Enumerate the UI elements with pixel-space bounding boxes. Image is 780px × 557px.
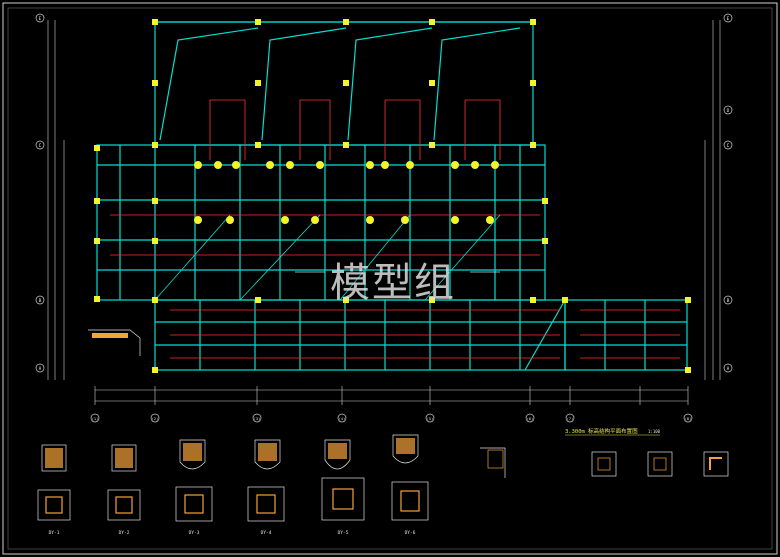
grid-label: B <box>727 298 730 304</box>
bottom-dimension-lines <box>94 386 689 405</box>
grid-bubbles <box>35 13 733 423</box>
grid-label: (7) <box>567 417 574 421</box>
grid-labels-right: E D C B A <box>727 16 730 372</box>
grid-label: (1) <box>92 417 99 421</box>
grid-label: (4) <box>339 417 346 421</box>
detail-labels: DY-1 DY-2 DY-3 DY-4 DY-5 DY-6 <box>49 530 416 536</box>
detail-label: DY-3 <box>189 530 200 536</box>
grid-label: A <box>727 366 730 372</box>
detail-label: DY-2 <box>119 530 130 536</box>
column-detail-sections <box>41 434 419 472</box>
plan-scale: 1:100 <box>648 429 661 434</box>
grid-label: (6) <box>527 417 534 421</box>
grid-label: C <box>727 143 730 149</box>
watermark: 模型组 <box>330 260 456 306</box>
grid-label: D <box>727 108 730 114</box>
detail-label: DY-1 <box>49 530 60 536</box>
side-section-sketch <box>88 329 141 356</box>
beam-details <box>480 447 729 478</box>
right-dimension-lines <box>704 20 721 380</box>
grid-label: B <box>39 298 42 304</box>
columns <box>94 19 691 373</box>
plan-title: 3.300m 标高结构平面布置图 <box>565 427 638 435</box>
grid-label: A <box>39 366 42 372</box>
grid-labels-left: E C B A <box>39 16 42 372</box>
grid-label: C <box>39 143 42 149</box>
grid-labels-bottom: (1) (2) (3) (4) (5) (6) (7) (8) <box>92 417 692 421</box>
grid-label: (2) <box>152 417 159 421</box>
grid-label: (8) <box>685 417 692 421</box>
grid-label: E <box>39 16 42 22</box>
grid-label: E <box>727 16 730 22</box>
column-detail-plans <box>37 477 429 522</box>
detail-label: DY-4 <box>261 530 272 536</box>
grid-label: (5) <box>427 417 434 421</box>
detail-label: DY-6 <box>405 530 416 536</box>
grid-label: (3) <box>254 417 261 421</box>
left-dimension-lines <box>47 20 65 380</box>
detail-label: DY-5 <box>338 530 349 536</box>
column-detail-cores <box>45 488 420 514</box>
